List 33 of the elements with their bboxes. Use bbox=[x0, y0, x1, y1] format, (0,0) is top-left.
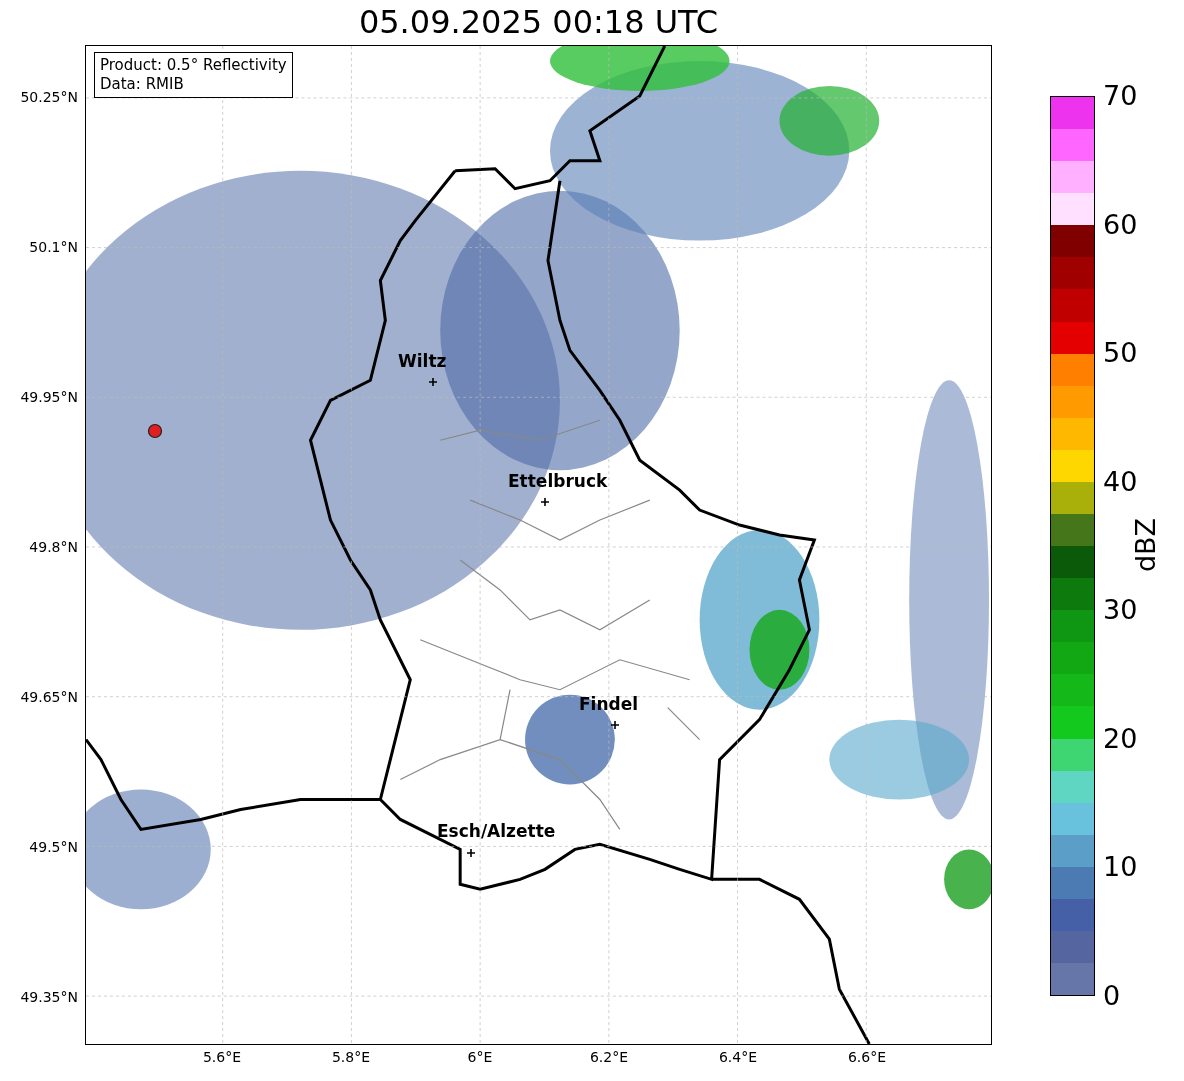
colorbar-tick-label: 70 bbox=[1103, 80, 1138, 112]
radar-site-icon bbox=[147, 423, 163, 439]
colorbar-tick-label: 30 bbox=[1103, 594, 1138, 627]
colorbar-tick-label: 10 bbox=[1103, 851, 1138, 884]
city-label: Wiltz bbox=[398, 351, 447, 371]
axis-tick-label: 50.1°N bbox=[29, 239, 78, 255]
axis-tick-label: 49.35°N bbox=[20, 989, 78, 1005]
axis-tick-label: 49.65°N bbox=[20, 689, 78, 705]
axis-tick-label: 5.6°E bbox=[202, 1049, 242, 1065]
colorbar-tick-label: 50 bbox=[1103, 337, 1138, 370]
legend-text: Product: 0.5° Reflectivity bbox=[100, 56, 287, 75]
axis-tick-label: 49.5°N bbox=[29, 839, 78, 855]
axis-tick-label: 6.2°E bbox=[589, 1049, 629, 1065]
axis-tick-label: 49.95°N bbox=[20, 389, 78, 405]
city-label: Esch/Alzette bbox=[437, 821, 556, 841]
city-marker-icon bbox=[611, 721, 619, 729]
city-marker-icon bbox=[429, 378, 437, 386]
colorbar-label: dBZ bbox=[1129, 517, 1161, 573]
city-marker-icon bbox=[541, 498, 549, 506]
colorbar-tick-label: 60 bbox=[1103, 208, 1138, 241]
colorbar-tick-label: 40 bbox=[1103, 465, 1138, 498]
axis-tick-label: 5.8°E bbox=[331, 1049, 371, 1065]
chart-title: 05.09.2025 00:18 UTC bbox=[357, 2, 720, 43]
axis-tick-label: 50.25°N bbox=[20, 89, 78, 105]
city-label: Ettelbruck bbox=[508, 471, 608, 491]
colorbar-tick-label: 0 bbox=[1103, 980, 1121, 1012]
city-marker-icon bbox=[467, 849, 475, 857]
axis-tick-label: 6°E bbox=[467, 1049, 493, 1065]
axis-tick-label: 49.8°N bbox=[29, 539, 78, 555]
colorbar-tick-label: 20 bbox=[1103, 722, 1138, 755]
legend-text: Data: RMIB bbox=[100, 75, 185, 94]
axis-tick-label: 6.4°E bbox=[718, 1049, 758, 1065]
axis-tick-label: 6.6°E bbox=[847, 1049, 887, 1065]
